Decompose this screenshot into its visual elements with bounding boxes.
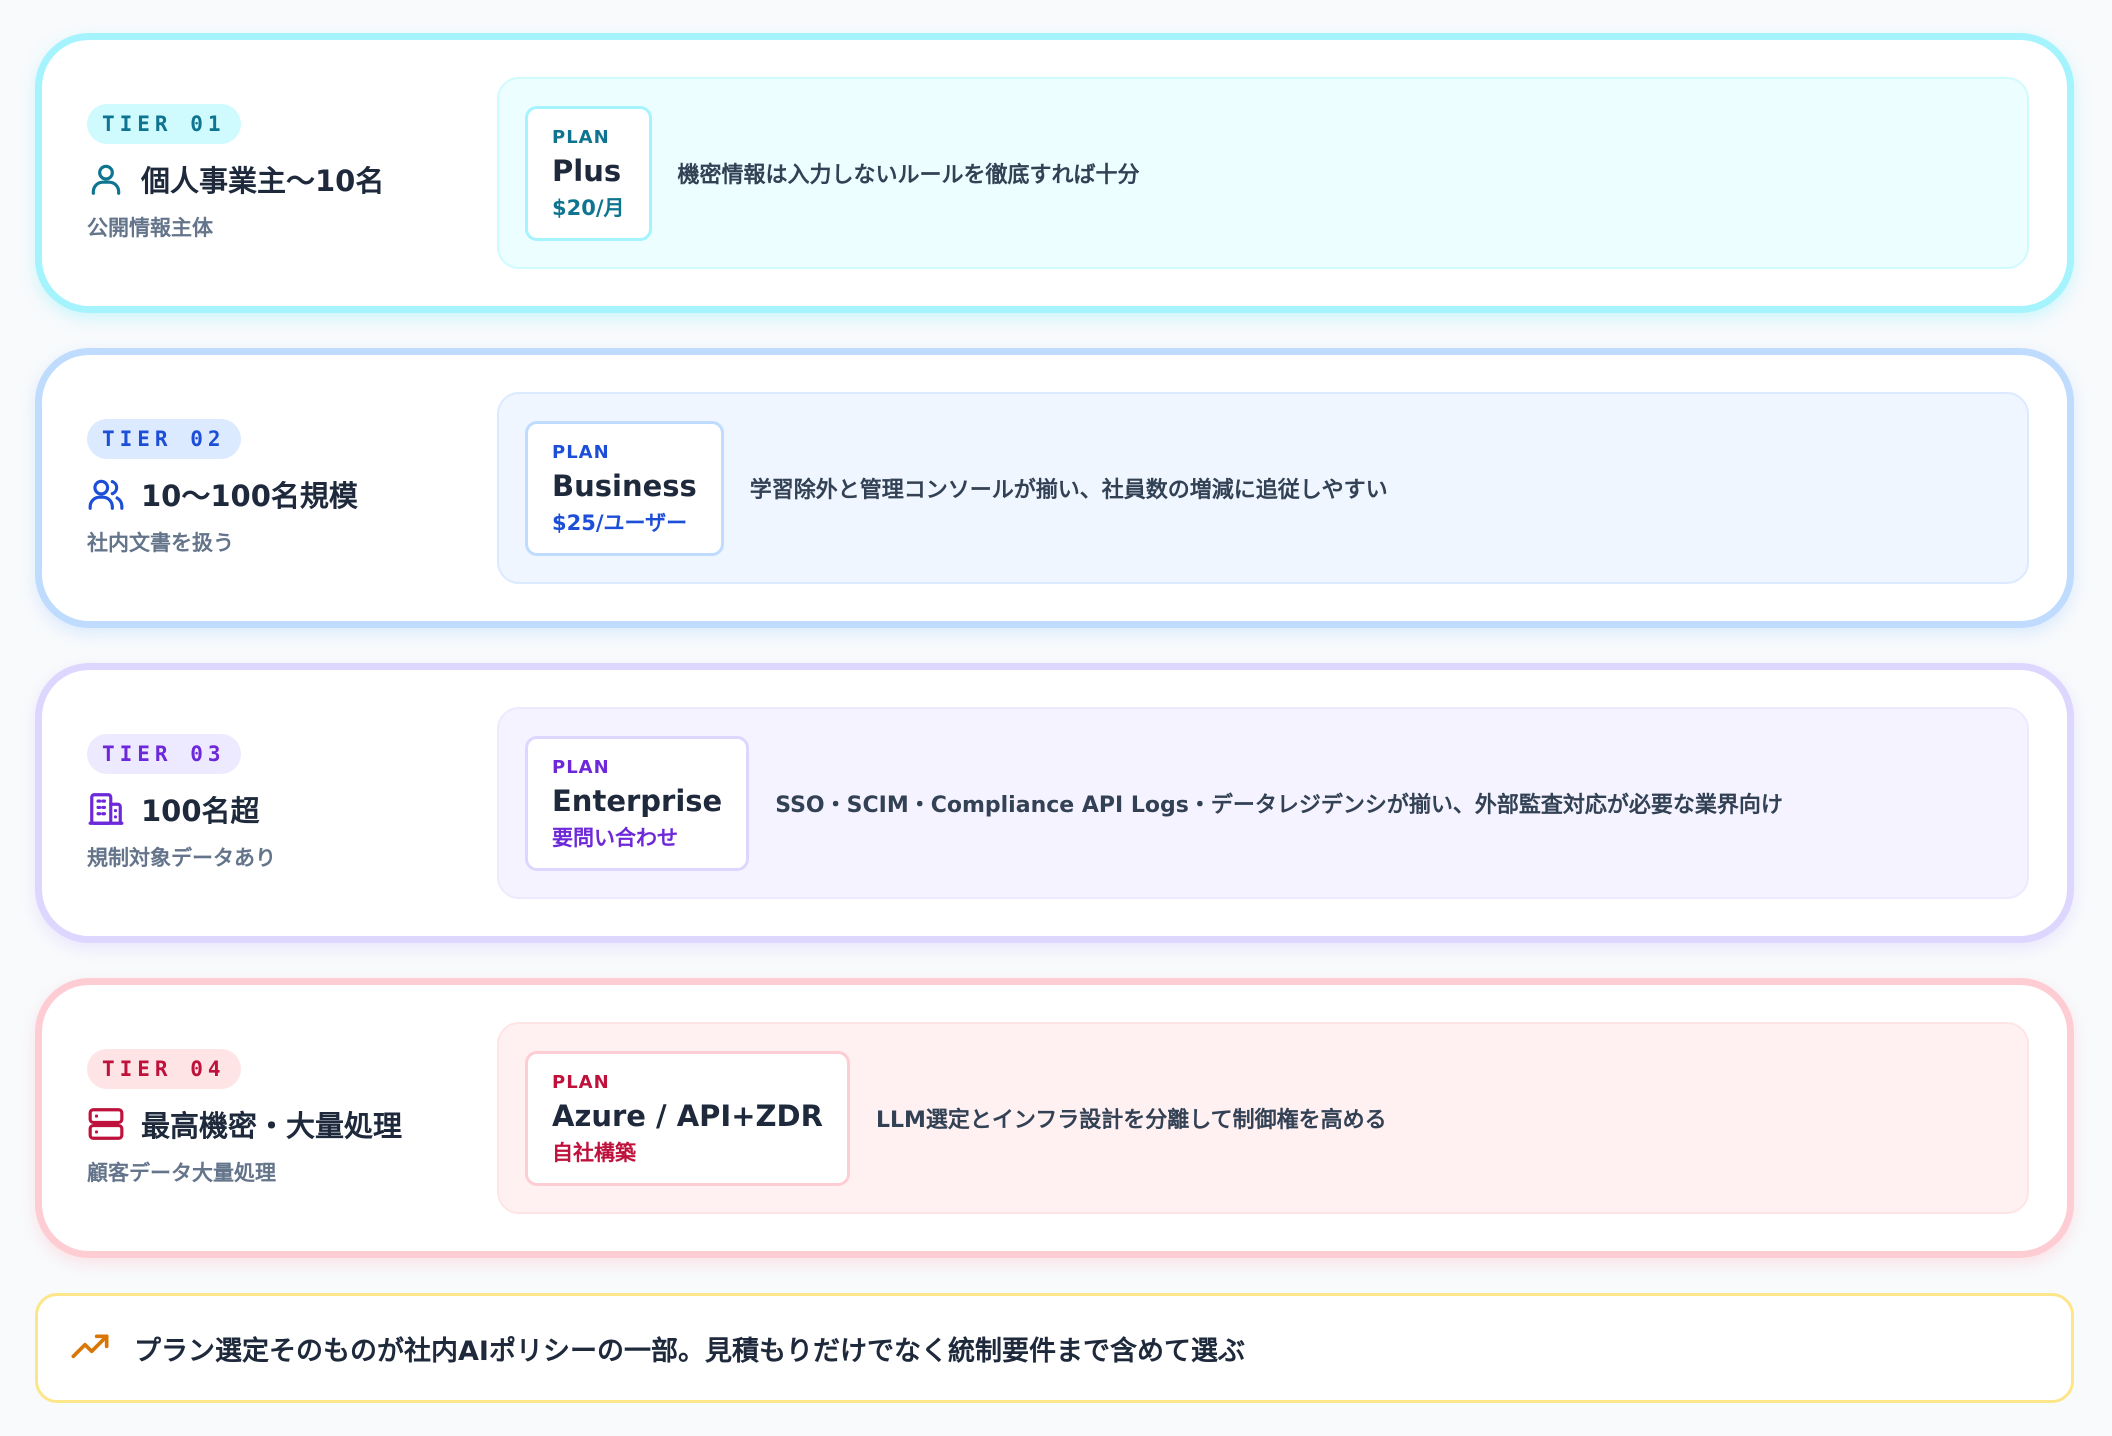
tier-badge: TIER 01 [87,104,241,144]
tier-card-03: TIER 03 100名超 規制対象データあり PLAN Enterprise … [35,663,2074,943]
plan-price: 要問い合わせ [552,825,678,850]
plan-label: PLAN [552,126,610,148]
plan-name: Business [552,468,697,503]
tier-info: TIER 01 個人事業主〜10名 公開情報主体 [87,40,487,306]
plan-name: Azure / API+ZDR [552,1098,823,1133]
tier-info: TIER 04 最高機密・大量処理 顧客データ大量処理 [87,985,487,1251]
plan-description: 学習除外と管理コンソールが揃い、社員数の増減に追従しやすい [749,478,1388,503]
plan-panel: PLAN Azure / API+ZDR 自社構築 LLM選定とインフラ設計を分… [497,1022,2029,1214]
trending-up-icon [70,1328,110,1368]
plan-card: PLAN Azure / API+ZDR 自社構築 [525,1050,850,1186]
tier-title: 100名超 [87,788,487,830]
tier-title: 個人事業主〜10名 [87,158,487,200]
tier-name: 10〜100名規模 [141,479,358,513]
tier-info: TIER 02 10〜100名規模 社内文書を扱う [87,355,487,621]
tier-badge: TIER 03 [87,734,241,774]
plan-description: 機密情報は入力しないルールを徹底すれば十分 [677,163,1140,188]
tier-card-02: TIER 02 10〜100名規模 社内文書を扱う PLAN Business [35,348,2074,628]
tier-name: 100名超 [141,794,260,828]
tier-title: 最高機密・大量処理 [87,1103,487,1145]
plan-price: $25/ユーザー [552,510,688,535]
tier-card-01: TIER 01 個人事業主〜10名 公開情報主体 PLAN Plus $20/月… [35,33,2074,313]
summary-text: プラン選定そのものが社内AIポリシーの一部。見積もりだけでなく統制要件まで含めて… [134,1335,1245,1367]
tier-list: TIER 01 個人事業主〜10名 公開情報主体 PLAN Plus $20/月… [0,0,2112,1436]
plan-panel: PLAN Plus $20/月 機密情報は入力しないルールを徹底すれば十分 [497,77,2029,269]
plan-name: Plus [552,153,622,188]
plan-label: PLAN [552,1071,610,1093]
tier-badge: TIER 04 [87,1049,241,1089]
tier-subtitle: 規制対象データあり [87,846,276,870]
user-icon [87,160,125,198]
plan-panel: PLAN Enterprise 要問い合わせ SSO・SCIM・Complian… [497,707,2029,899]
plan-card: PLAN Enterprise 要問い合わせ [525,735,750,871]
tier-name: 最高機密・大量処理 [141,1109,403,1143]
plan-card: PLAN Plus $20/月 [525,105,652,241]
tier-subtitle: 社内文書を扱う [87,531,234,555]
server-icon [87,1105,125,1143]
tier-subtitle: 顧客データ大量処理 [87,1161,276,1185]
tier-name: 個人事業主〜10名 [141,164,385,198]
plan-price: $20/月 [552,195,625,220]
plan-panel: PLAN Business $25/ユーザー 学習除外と管理コンソールが揃い、社… [497,392,2029,584]
summary-note: プラン選定そのものが社内AIポリシーの一部。見積もりだけでなく統制要件まで含めて… [35,1293,2074,1403]
tier-info: TIER 03 100名超 規制対象データあり [87,670,487,936]
tier-subtitle: 公開情報主体 [87,216,213,240]
tier-card-04: TIER 04 最高機密・大量処理 顧客データ大量処理 PLAN Azure /… [35,978,2074,1258]
plan-label: PLAN [552,756,610,778]
users-icon [87,475,125,513]
plan-price: 自社構築 [552,1140,636,1165]
plan-description: SSO・SCIM・Compliance API Logs・データレジデンシが揃い… [775,793,1783,818]
tier-badge: TIER 02 [87,419,241,459]
plan-name: Enterprise [552,783,723,818]
plan-description: LLM選定とインフラ設計を分離して制御権を高める [875,1108,1387,1133]
tier-title: 10〜100名規模 [87,473,487,515]
plan-label: PLAN [552,441,610,463]
building-icon [87,790,125,828]
plan-card: PLAN Business $25/ユーザー [525,420,724,556]
